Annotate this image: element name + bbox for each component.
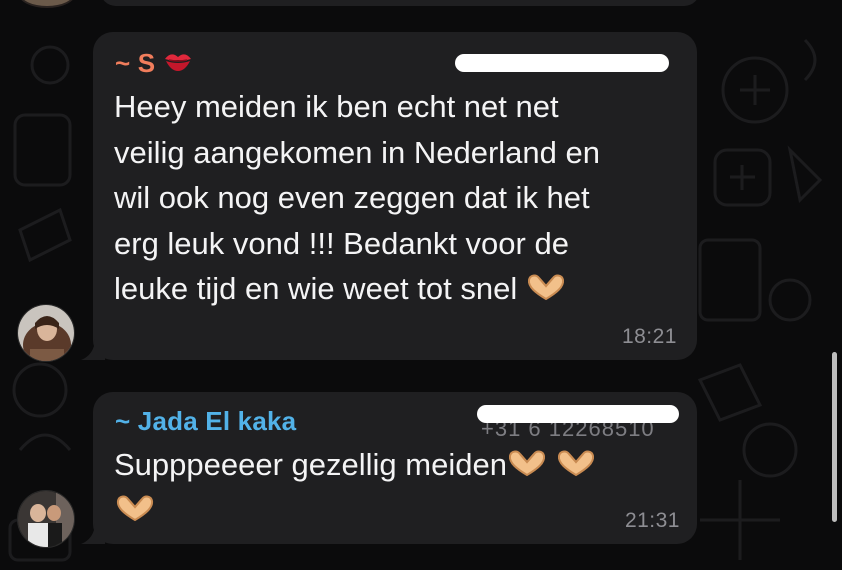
redaction-bar <box>455 54 669 72</box>
heart-hands-icon <box>556 446 596 492</box>
bubble-tail <box>81 522 105 544</box>
message-time: 18:21 <box>621 325 677 348</box>
message-time: 21:31 <box>624 509 680 532</box>
heart-hands-icon <box>115 494 155 529</box>
bubble-tail <box>81 338 105 360</box>
previous-avatar[interactable] <box>18 0 76 8</box>
sender-name[interactable]: ~ Jada El kaka <box>115 406 296 437</box>
avatar[interactable] <box>17 304 75 362</box>
message-text: Supppeeeer gezellig meiden <box>114 442 684 492</box>
avatar[interactable] <box>17 490 75 548</box>
previous-message-bubble <box>100 0 700 6</box>
heart-hands-icon <box>526 270 566 316</box>
avatar-photo <box>18 305 74 361</box>
message-text: Heey meiden ik ben echt net net veilig a… <box>114 84 684 316</box>
heart-hands-icon <box>507 446 547 492</box>
message-bubble[interactable]: ~ S Heey meiden ik ben echt net net veil… <box>93 32 697 360</box>
kiss-mark-icon <box>163 49 193 82</box>
scrollbar[interactable] <box>832 352 837 522</box>
avatar-photo <box>18 491 74 547</box>
redaction-bar <box>477 405 679 423</box>
sender-name[interactable]: ~ S <box>115 48 193 82</box>
message-bubble[interactable]: ~ Jada El kaka +31 6 12268510 Supppeeeer… <box>93 392 697 544</box>
